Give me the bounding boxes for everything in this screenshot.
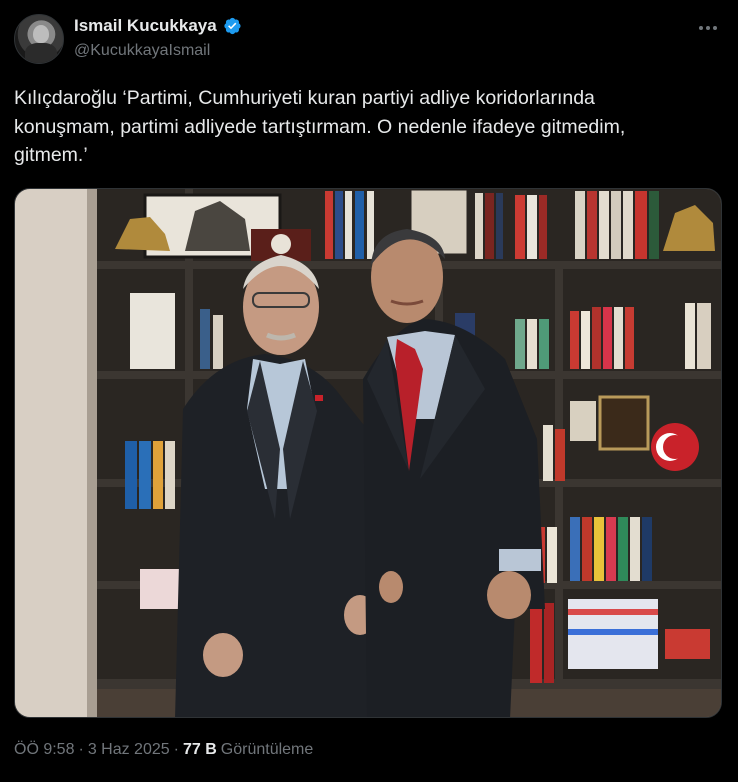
tweet-text-line: gitmem.’ xyxy=(14,144,88,166)
views-count: 77 B xyxy=(182,741,217,758)
tweet-date[interactable]: 3 Haz 2025 xyxy=(88,741,170,759)
tweet-text-line: konuşmam, partimi adliyede tartıştırmam.… xyxy=(14,115,626,138)
tweet-meta: ÖÖ 9:58 · 3 Haz 2025 · 77 B Görüntüleme xyxy=(14,741,313,759)
author-display-name[interactable]: Ismail Kucukkaya xyxy=(74,16,217,36)
views-label: Görüntüleme xyxy=(220,741,314,758)
tweet-time[interactable]: ÖÖ 9:58 xyxy=(14,741,74,759)
meta-separator: · xyxy=(173,741,179,758)
avatar[interactable] xyxy=(14,14,64,64)
tweet-photo[interactable] xyxy=(14,188,722,718)
verified-badge-icon xyxy=(224,17,241,35)
tweet-text-line: Kılıçdaroğlu ‘Partimi, Cumhuriyeti kuran… xyxy=(14,87,595,109)
photo-illustration xyxy=(15,189,721,717)
author-handle[interactable]: @KucukkayaIsmail xyxy=(74,42,210,60)
tweet: Ismail Kucukkaya @KucukkayaIsmail Kılıçd… xyxy=(0,0,738,782)
meta-separator: · xyxy=(78,741,84,758)
author-name-row: Ismail Kucukkaya xyxy=(74,16,242,36)
more-dots-icon[interactable] xyxy=(696,18,720,38)
tweet-text: Kılıçdaroğlu ‘Partimi, Cumhuriyeti kuran… xyxy=(14,84,714,170)
